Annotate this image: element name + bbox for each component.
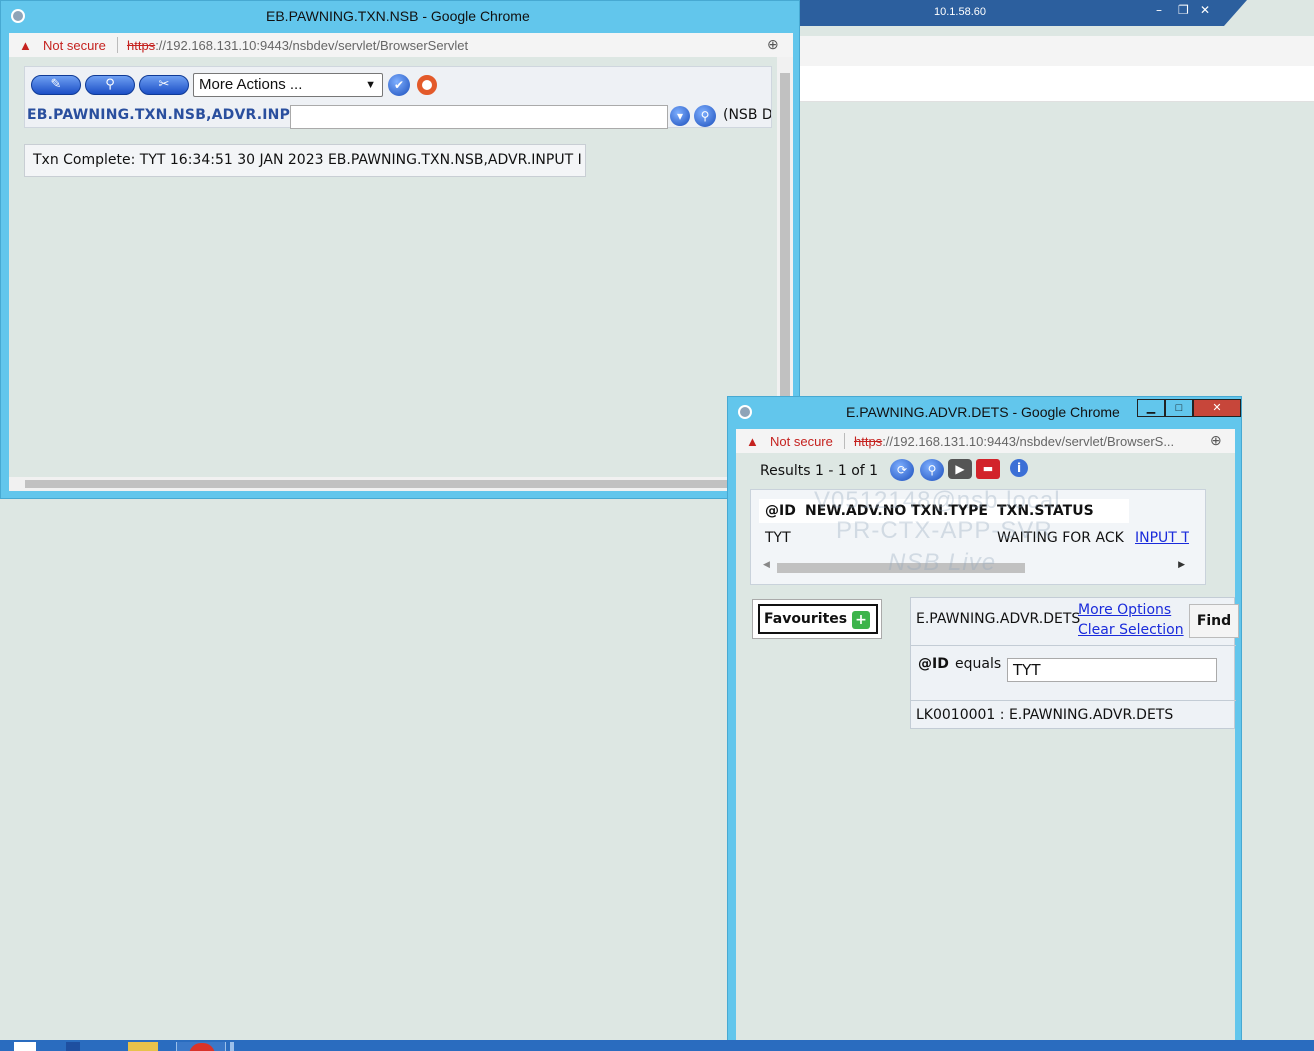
page-content: ✎ ⚲ ✂ More Actions ... ▼ ✔ EB.PAWNING.TXN…	[9, 57, 777, 477]
criteria-operand: equals	[955, 656, 1002, 672]
search-icon[interactable]: ⚲	[920, 459, 944, 481]
add-favourite-icon[interactable]: +	[852, 611, 870, 629]
watermark-server: PR-CTX-APP-SVR	[836, 517, 1053, 544]
restore-icon[interactable]: ❐	[1178, 3, 1189, 17]
favourites-button[interactable]: Favourites +	[758, 604, 878, 634]
url-text[interactable]: https://192.168.131.10:9443/nsbdev/servl…	[854, 434, 1206, 449]
warning-icon: ▲	[19, 38, 32, 53]
url-protocol: https	[127, 38, 156, 53]
play-icon[interactable]: ▶	[948, 459, 972, 479]
watermark-user: V0512148@nsb.local	[814, 487, 1061, 514]
transaction-id-input[interactable]	[290, 105, 668, 129]
watermark-env: NSB Live	[888, 549, 997, 576]
url-text[interactable]: https://192.168.131.10:9443/nsbdev/servl…	[127, 38, 727, 53]
window-title: E.PAWNING.ADVR.DETS - Google Chrome	[846, 404, 1120, 420]
address-bar[interactable]: ▲ Not secure https://192.168.131.10:9443…	[9, 33, 793, 59]
remote-ip: 10.1.58.60	[934, 6, 986, 18]
enquiry-name: E.PAWNING.ADVR.DETS	[916, 611, 1081, 627]
results-count: Results 1 - 1 of 1	[760, 463, 879, 479]
selection-footer: LK0010001 : E.PAWNING.ADVR.DETS	[911, 700, 1236, 730]
dropdown-button[interactable]: ▾	[670, 106, 690, 126]
scroll-thumb[interactable]	[25, 480, 785, 488]
maximize-button[interactable]: □	[1165, 399, 1193, 417]
search-button[interactable]: ⚲	[694, 105, 716, 127]
folder-icon[interactable]	[128, 1042, 158, 1051]
taskbar-chrome-button[interactable]	[176, 1042, 226, 1051]
window-title: EB.PAWNING.TXN.NSB - Google Chrome	[266, 8, 530, 24]
clear-selection-link[interactable]: Clear Selection	[1078, 622, 1184, 638]
favourites-label: Favourites	[764, 611, 848, 627]
more-actions-select[interactable]: More Actions ... ▼	[193, 73, 383, 97]
chrome-app-icon	[11, 9, 25, 23]
chevron-down-icon: ▼	[365, 79, 376, 91]
cell-id: TYT	[765, 530, 791, 546]
transaction-toolbar: ✎ ⚲ ✂ More Actions ... ▼ ✔ EB.PAWNING.TXN…	[24, 66, 772, 129]
url-rest: ://192.168.131.10:9443/nsbdev/servlet/Br…	[155, 38, 469, 53]
company-hint: (NSB D	[723, 107, 771, 123]
criteria-field: @ID	[918, 656, 949, 672]
favourites-panel: Favourites +	[752, 599, 882, 639]
address-bar[interactable]: ▲ Not secure https://192.168.131.10:9443…	[736, 429, 1235, 455]
enquiry-window: E.PAWNING.ADVR.DETS - Google Chrome ▁ □ …	[727, 396, 1242, 1051]
background-browser-bar	[800, 66, 1314, 102]
horizontal-scrollbar[interactable]	[9, 477, 793, 491]
chrome-app-icon	[738, 405, 752, 419]
zoom-icon[interactable]: ⊕	[1210, 432, 1222, 449]
security-label: Not secure	[770, 434, 833, 449]
info-icon[interactable]: i	[1010, 459, 1028, 477]
scroll-left-icon[interactable]: ◀	[763, 560, 770, 570]
close-icon[interactable]: ✕	[1200, 3, 1210, 17]
security-label: Not secure	[43, 38, 106, 53]
more-actions-value: More Actions ...	[199, 76, 303, 93]
edit-button[interactable]: ✎	[31, 75, 81, 95]
background-browser-strip	[800, 36, 1314, 66]
minimize-button[interactable]: ▁	[1137, 399, 1165, 417]
scroll-right-icon[interactable]: ▶	[1178, 560, 1185, 570]
more-options-link[interactable]: More Options	[1078, 602, 1171, 618]
column-header[interactable]: @ID	[765, 503, 796, 519]
close-button[interactable]: ✕	[1193, 399, 1241, 417]
find-button[interactable]: Find	[1189, 604, 1239, 638]
taskbar-divider	[230, 1042, 234, 1051]
zoom-icon[interactable]: ⊕	[767, 36, 779, 53]
help-icon[interactable]	[417, 75, 437, 95]
separator	[844, 433, 845, 449]
chrome-icon	[189, 1043, 215, 1051]
version-label: EB.PAWNING.TXN.NSB,ADVR.INPUT	[27, 107, 312, 123]
warning-icon: ▲	[746, 434, 759, 449]
taskbar-app-icon[interactable]	[66, 1042, 80, 1051]
url-rest: ://192.168.131.10:9443/nsbdev/servlet/Br…	[882, 434, 1175, 449]
txn-complete-message: Txn Complete: TYT 16:34:51 30 JAN 2023 E…	[24, 144, 586, 177]
title-bar: E.PAWNING.ADVR.DETS - Google Chrome ▁ □ …	[728, 397, 1241, 427]
tools-button[interactable]: ✂	[139, 75, 189, 95]
refresh-icon[interactable]: ⟳	[890, 459, 914, 481]
start-icon[interactable]	[14, 1042, 36, 1051]
url-protocol: https	[854, 434, 883, 449]
minimize-icon[interactable]: –	[1156, 3, 1162, 17]
selection-header: E.PAWNING.ADVR.DETS More Options Clear S…	[911, 598, 1239, 646]
separator	[117, 37, 118, 53]
title-bar: EB.PAWNING.TXN.NSB - Google Chrome	[1, 1, 799, 31]
page-content: Results 1 - 1 of 1 ⟳ ⚲ ▶ ▬ i @ID NEW.ADV…	[736, 453, 1239, 1051]
toolbox-icon[interactable]: ▬	[976, 459, 1000, 479]
criteria-value-input[interactable]: TYT	[1007, 658, 1217, 682]
view-button[interactable]: ⚲	[85, 75, 135, 95]
selection-criteria-panel: E.PAWNING.ADVR.DETS More Options Clear S…	[910, 597, 1239, 730]
input-link[interactable]: INPUT T	[1135, 530, 1189, 546]
taskbar	[0, 1040, 1314, 1051]
txn-window: EB.PAWNING.TXN.NSB - Google Chrome ▲ Not…	[0, 0, 800, 499]
commit-button[interactable]: ✔	[388, 74, 410, 96]
